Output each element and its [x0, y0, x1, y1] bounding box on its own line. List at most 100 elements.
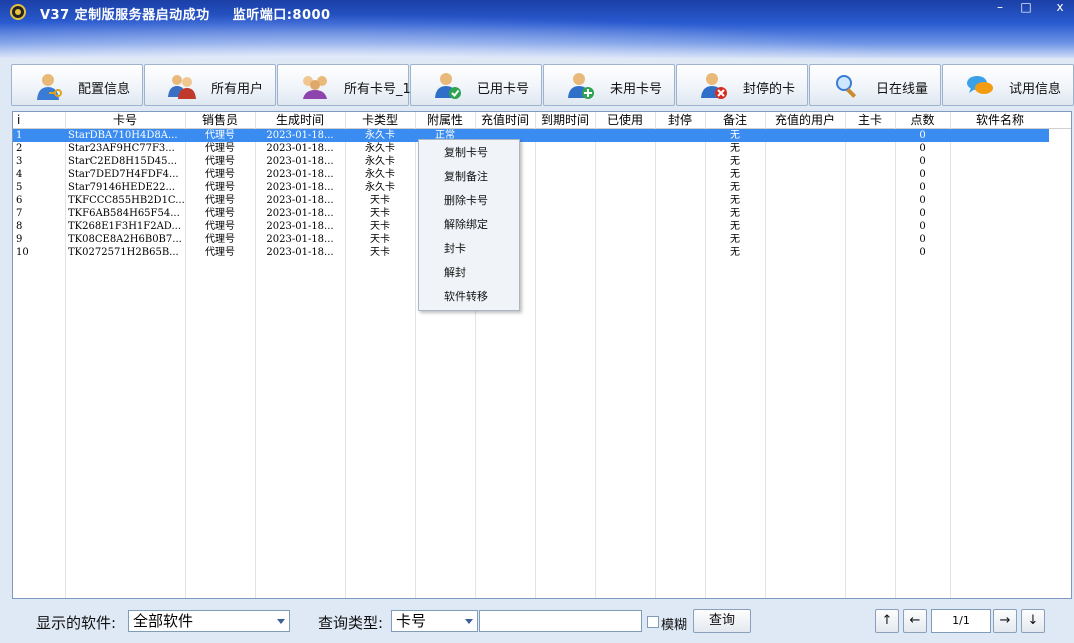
table-cell: 天卡 [370, 247, 390, 258]
table-cell: TK268E1F3H1F2AD... [68, 221, 181, 232]
last-page-button[interactable]: ↓ [1021, 609, 1045, 633]
column-header[interactable]: 软件名称 [950, 112, 1050, 128]
app-icon [10, 4, 26, 20]
query-type-select[interactable]: 卡号 [391, 610, 478, 632]
toolbar-button-3[interactable]: 所有卡号_10 [277, 64, 419, 106]
table-cell: 无 [730, 247, 740, 258]
table-cell [765, 194, 845, 207]
prev-page-button[interactable]: ← [903, 609, 927, 633]
table-cell [765, 246, 845, 259]
column-header[interactable]: 已使用 [595, 112, 655, 128]
user-add-icon [566, 71, 596, 101]
fuzzy-checkbox[interactable] [647, 616, 659, 628]
column-header[interactable]: 卡号 [65, 112, 185, 128]
window-title-text: V37 定制版服务器启动成功 [40, 8, 210, 23]
toolbar-button-7[interactable]: 日在线量 [809, 64, 941, 106]
next-page-button[interactable]: → [993, 609, 1017, 633]
column-header[interactable]: 主卡 [845, 112, 895, 128]
table-cell [765, 207, 845, 220]
column-header[interactable]: 附属性 [415, 112, 475, 128]
table-cell [655, 194, 705, 207]
table-cell: 2023-01-18... [266, 247, 334, 258]
column-header[interactable]: 封停 [655, 112, 705, 128]
table-row[interactable]: 10 TK0272571H2B65B... 代理号 2023-01-18... 天卡 无 0 [13, 246, 1049, 259]
minimize-button[interactable]: – [988, 0, 1012, 16]
maximize-button[interactable]: □ [1014, 0, 1038, 16]
table-cell [950, 168, 1050, 181]
table-row[interactable]: 1 StarDBA710H4D8A... 代理号 2023-01-18... 永久卡 正常… [13, 129, 1049, 142]
table-cell: 永久卡 [365, 156, 395, 167]
context-menu-item[interactable]: 软件转移 [419, 285, 519, 309]
toolbar-button-8[interactable]: 试用信息 [942, 64, 1074, 106]
table-row[interactable]: 4 Star7DED7H4FDF4... 代理号 2023-01-18... 永久卡 无 0 [13, 168, 1049, 181]
table-cell [595, 233, 655, 246]
query-button[interactable]: 查询 [693, 609, 751, 633]
table-cell [845, 168, 895, 181]
card-table[interactable]: i 卡号 销售员 生成时间 卡类型 附属性 充值时间 到期时间 已使用 封停 备注 充值的用户 主卡 点数… [12, 111, 1072, 599]
column-header[interactable]: 销售员 [185, 112, 255, 128]
context-menu-item[interactable]: 复制备注 [419, 165, 519, 189]
toolbar-button-4[interactable]: 已用卡号 [410, 64, 542, 106]
table-cell [655, 220, 705, 233]
context-menu-item[interactable]: 封卡 [419, 237, 519, 261]
first-page-button[interactable]: ↑ [875, 609, 899, 633]
table-cell [765, 155, 845, 168]
context-menu-item[interactable]: 复制卡号 [419, 141, 519, 165]
toolbar-button-6[interactable]: 封停的卡 [676, 64, 808, 106]
column-header[interactable]: 备注 [705, 112, 765, 128]
context-menu-item[interactable]: 解除绑定 [419, 213, 519, 237]
table-row[interactable]: 5 Star79146HEDE22... 代理号 2023-01-18... 永久卡 无 0 [13, 181, 1049, 194]
table-cell: 代理号 [205, 195, 235, 206]
column-header[interactable]: 充值时间 [475, 112, 535, 128]
table-cell: 0 [919, 130, 926, 141]
table-cell [655, 246, 705, 259]
search-icon [832, 71, 862, 101]
table-row[interactable]: 7 TKF6AB584H65F54... 代理号 2023-01-18... 天卡 无 0 [13, 207, 1049, 220]
software-select-value: 全部软件 [133, 612, 194, 630]
context-menu-item[interactable]: 删除卡号 [419, 189, 519, 213]
table-row[interactable]: 2 Star23AF9HC77F3... 代理号 2023-01-18... 永久卡 无 0 [13, 142, 1049, 155]
table-cell: 无 [730, 221, 740, 232]
table-row[interactable]: 8 TK268E1F3H1F2AD... 代理号 2023-01-18... 天卡 无 0 [13, 220, 1049, 233]
table-cell [535, 168, 595, 181]
table-row[interactable]: 6 TKFCCC855HB2D1C... 代理号 2023-01-18... 天卡 无 0 [13, 194, 1049, 207]
table-cell [535, 233, 595, 246]
table-cell: 0 [919, 182, 926, 193]
table-cell: 无 [730, 195, 740, 206]
table-cell: 2023-01-18... [266, 143, 334, 154]
table-row[interactable]: 9 TK08CE8A2H6B0B7... 代理号 2023-01-18... 天卡 无 0 [13, 233, 1049, 246]
toolbar-button-2[interactable]: 所有用户 [144, 64, 276, 106]
table-cell [595, 142, 655, 155]
toolbar-button-5[interactable]: 未用卡号 [543, 64, 675, 106]
column-header[interactable]: 到期时间 [535, 112, 595, 128]
table-row[interactable]: 3 StarC2ED8H15D45... 代理号 2023-01-18... 永久卡 无 0 [13, 155, 1049, 168]
table-cell: 永久卡 [365, 130, 395, 141]
close-button[interactable]: x [1048, 0, 1072, 16]
user-check-icon [433, 71, 463, 101]
toolbar-button-label: 日在线量 [876, 82, 929, 97]
column-header[interactable]: 点数 [895, 112, 950, 128]
table-cell [535, 246, 595, 259]
column-header[interactable]: 生成时间 [255, 112, 345, 128]
query-input[interactable] [479, 610, 642, 632]
table-cell [595, 155, 655, 168]
table-cell: 代理号 [205, 247, 235, 258]
table-cell [765, 181, 845, 194]
context-menu-item[interactable]: 解封 [419, 261, 519, 285]
column-header[interactable]: 充值的用户 [765, 112, 845, 128]
page-indicator[interactable]: 1/1 [931, 609, 991, 633]
table-cell: 7 [16, 208, 23, 219]
software-select[interactable]: 全部软件 [128, 610, 290, 632]
table-cell [950, 142, 1050, 155]
column-header[interactable]: 卡类型 [345, 112, 415, 128]
column-header[interactable]: i [13, 112, 65, 128]
table-cell: 4 [16, 169, 23, 180]
table-cell: 代理号 [205, 130, 235, 141]
table-cell: 10 [16, 247, 29, 258]
table-cell: 天卡 [370, 195, 390, 206]
bottom-bar: 显示的软件: 全部软件 查询类型: 卡号 模糊 查询 ↑ ← 1/1 → ↓ [0, 600, 1074, 643]
table-header: i 卡号 销售员 生成时间 卡类型 附属性 充值时间 到期时间 已使用 封停 备注 充值的用户 主卡 点数… [13, 112, 1071, 129]
toolbar-button-label: 所有用户 [211, 82, 264, 97]
toolbar-button-1[interactable]: 配置信息 [11, 64, 143, 106]
table-cell: 代理号 [205, 156, 235, 167]
